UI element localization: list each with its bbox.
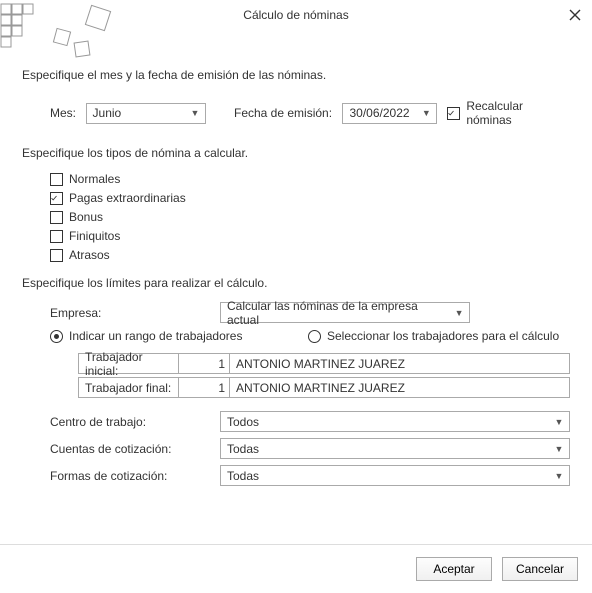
bonus-checkbox[interactable]: [50, 211, 63, 224]
extra-label: Pagas extraordinarias: [69, 191, 186, 205]
empresa-value: Calcular las nóminas de la empresa actua…: [227, 299, 451, 327]
centro-combo[interactable]: Todos ▼: [220, 411, 570, 432]
recalc-label: Recalcular nóminas: [466, 99, 570, 127]
formas-value: Todas: [227, 469, 259, 483]
chevron-down-icon: ▼: [418, 108, 434, 118]
cuentas-label: Cuentas de cotización:: [50, 442, 220, 456]
select-radio-label: Seleccionar los trabajadores para el cál…: [327, 329, 559, 343]
cancel-button[interactable]: Cancelar: [502, 557, 578, 581]
decorative-squares-icon: [0, 2, 140, 54]
centro-value: Todos: [227, 415, 259, 429]
cuentas-combo[interactable]: Todas ▼: [220, 438, 570, 459]
dialog-title: Cálculo de nóminas: [243, 8, 348, 22]
chevron-down-icon: ▼: [187, 108, 203, 118]
month-label: Mes:: [50, 106, 86, 120]
atrasos-checkbox[interactable]: [50, 249, 63, 262]
month-value: Junio: [93, 106, 122, 120]
empresa-combo[interactable]: Calcular las nóminas de la empresa actua…: [220, 302, 470, 323]
accept-button[interactable]: Aceptar: [416, 557, 492, 581]
chevron-down-icon: ▼: [551, 417, 567, 427]
section3-label: Especifique los límites para realizar el…: [22, 276, 570, 290]
worker-initial-name[interactable]: ANTONIO MARTINEZ JUAREZ: [230, 353, 570, 374]
centro-label: Centro de trabajo:: [50, 415, 220, 429]
month-select[interactable]: Junio ▼: [86, 103, 206, 124]
chevron-down-icon: ▼: [551, 471, 567, 481]
emission-value: 30/06/2022: [349, 106, 409, 120]
empresa-label: Empresa:: [50, 306, 220, 320]
normales-checkbox[interactable]: [50, 173, 63, 186]
worker-final-num[interactable]: 1: [179, 377, 230, 398]
emission-label: Fecha de emisión:: [234, 106, 343, 120]
worker-initial-label: Trabajador inicial:: [78, 353, 179, 374]
formas-label: Formas de cotización:: [50, 469, 220, 483]
formas-combo[interactable]: Todas ▼: [220, 465, 570, 486]
extra-checkbox[interactable]: [50, 192, 63, 205]
section1-label: Especifique el mes y la fecha de emisión…: [22, 68, 570, 82]
chevron-down-icon: ▼: [551, 444, 567, 454]
range-radio-label: Indicar un rango de trabajadores: [69, 329, 242, 343]
recalc-checkbox[interactable]: [447, 107, 460, 120]
chevron-down-icon: ▼: [451, 308, 467, 318]
cuentas-value: Todas: [227, 442, 259, 456]
worker-initial-num[interactable]: 1: [179, 353, 230, 374]
emission-date-select[interactable]: 30/06/2022 ▼: [342, 103, 437, 124]
section2-label: Especifique los tipos de nómina a calcul…: [22, 146, 570, 160]
atrasos-label: Atrasos: [69, 248, 110, 262]
range-radio[interactable]: [50, 330, 63, 343]
close-icon[interactable]: [566, 6, 584, 24]
worker-final-name[interactable]: ANTONIO MARTINEZ JUAREZ: [230, 377, 570, 398]
normales-label: Normales: [69, 172, 120, 186]
bonus-label: Bonus: [69, 210, 103, 224]
worker-final-label: Trabajador final:: [78, 377, 179, 398]
select-radio[interactable]: [308, 330, 321, 343]
finiquitos-checkbox[interactable]: [50, 230, 63, 243]
finiquitos-label: Finiquitos: [69, 229, 120, 243]
